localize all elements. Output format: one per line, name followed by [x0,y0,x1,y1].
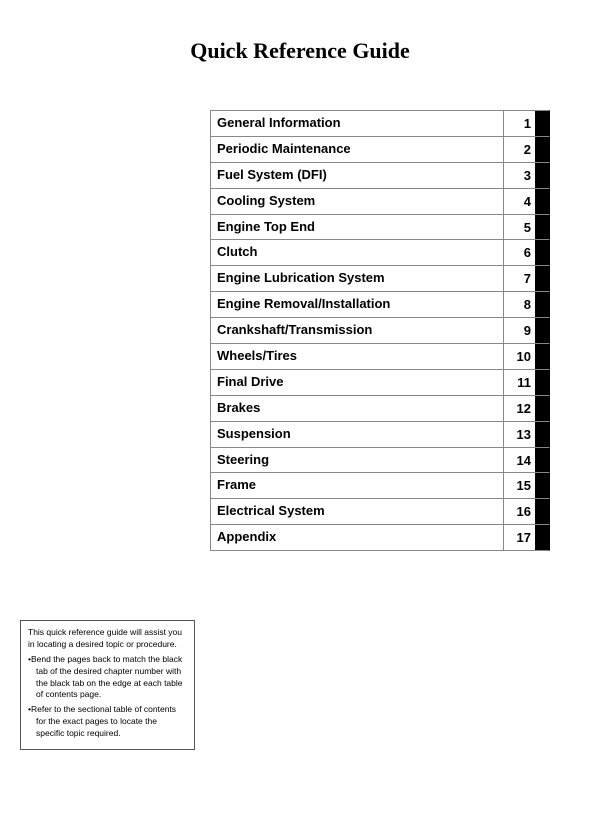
toc-tab-marker [535,525,549,550]
toc-item-number: 7 [503,266,535,291]
toc-item-number: 9 [503,318,535,343]
toc-item-number: 8 [503,292,535,317]
toc-row: Wheels/Tires10 [210,343,550,369]
toc-tab-marker [535,189,549,214]
note-box: This quick reference guide will assist y… [20,620,195,750]
toc-row: Electrical System16 [210,498,550,524]
toc-item-number: 4 [503,189,535,214]
toc-item-label: Frame [211,473,503,498]
toc-item-label: Electrical System [211,499,503,524]
toc-tab-marker [535,448,549,473]
toc-item-label: Crankshaft/Transmission [211,318,503,343]
toc-row: Engine Lubrication System7 [210,265,550,291]
toc-row: Crankshaft/Transmission9 [210,317,550,343]
toc-item-number: 10 [503,344,535,369]
toc-item-number: 15 [503,473,535,498]
toc-tab-marker [535,318,549,343]
toc-item-number: 6 [503,240,535,265]
toc-tab-marker [535,370,549,395]
toc-item-number: 5 [503,215,535,240]
toc-row: Brakes12 [210,395,550,421]
toc-row: Final Drive11 [210,369,550,395]
toc-row: Frame15 [210,472,550,498]
toc-item-number: 11 [503,370,535,395]
note-bullet1: •Bend the pages back to match the black … [28,654,187,702]
toc-tab-marker [535,163,549,188]
toc-row: Appendix17 [210,524,550,551]
toc-item-label: Suspension [211,422,503,447]
toc-tab-marker [535,422,549,447]
toc-item-label: Clutch [211,240,503,265]
toc-tab-marker [535,499,549,524]
toc-item-label: Appendix [211,525,503,550]
toc-row: Steering14 [210,447,550,473]
toc-tab-marker [535,137,549,162]
toc-tab-marker [535,215,549,240]
toc-item-label: Cooling System [211,189,503,214]
toc-tab-marker [535,473,549,498]
toc-item-label: Steering [211,448,503,473]
toc-item-label: Final Drive [211,370,503,395]
toc-row: Engine Top End5 [210,214,550,240]
toc-item-number: 17 [503,525,535,550]
toc-item-number: 13 [503,422,535,447]
toc-item-label: General Information [211,111,503,136]
toc-row: Engine Removal/Installation8 [210,291,550,317]
toc-row: General Information1 [210,110,550,136]
toc-tab-marker [535,111,549,136]
toc-item-number: 16 [503,499,535,524]
toc-item-label: Engine Lubrication System [211,266,503,291]
toc-item-number: 12 [503,396,535,421]
toc-row: Clutch6 [210,239,550,265]
toc-tab-marker [535,396,549,421]
toc-container: General Information1Periodic Maintenance… [210,110,550,551]
toc-row: Cooling System4 [210,188,550,214]
toc-item-label: Wheels/Tires [211,344,503,369]
toc-tab-marker [535,266,549,291]
toc-tab-marker [535,240,549,265]
toc-item-label: Engine Top End [211,215,503,240]
toc-item-label: Periodic Maintenance [211,137,503,162]
toc-item-number: 3 [503,163,535,188]
page-title: Quick Reference Guide [0,0,600,84]
toc-row: Periodic Maintenance2 [210,136,550,162]
toc-item-number: 1 [503,111,535,136]
toc-tab-marker [535,292,549,317]
toc-item-label: Fuel System (DFI) [211,163,503,188]
note-intro: This quick reference guide will assist y… [28,627,187,651]
note-bullet2: •Refer to the sectional table of content… [28,704,187,740]
toc-row: Suspension13 [210,421,550,447]
toc-item-label: Engine Removal/Installation [211,292,503,317]
toc-item-label: Brakes [211,396,503,421]
toc-item-number: 2 [503,137,535,162]
toc-tab-marker [535,344,549,369]
toc-row: Fuel System (DFI)3 [210,162,550,188]
toc-item-number: 14 [503,448,535,473]
